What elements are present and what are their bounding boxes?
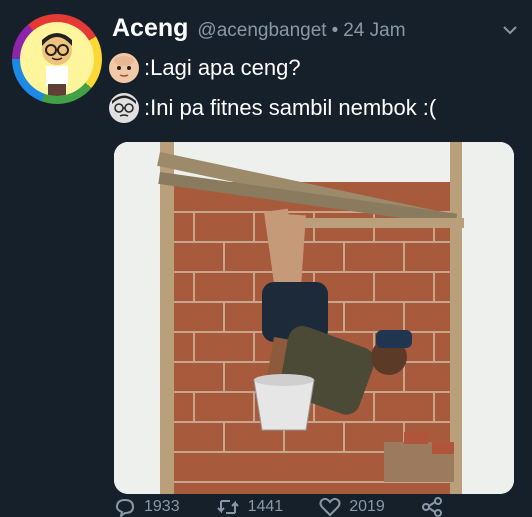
baby-face-icon <box>109 53 139 83</box>
reply-icon <box>115 498 135 517</box>
share-icon <box>421 497 442 517</box>
share-button[interactable] <box>421 497 451 517</box>
tweet-timestamp[interactable]: 24 Jam <box>343 20 405 42</box>
retweet-count: 1441 <box>247 498 284 515</box>
reply-button[interactable]: 1933 <box>114 497 180 517</box>
tweet-actions-bar: 1933 1441 2019 <box>114 497 492 517</box>
avatar-cartoon-icon <box>20 22 94 96</box>
separator-dot: • <box>331 20 339 41</box>
retweet-button[interactable]: 1441 <box>216 497 284 517</box>
tweet-header: Aceng @acengbanget • 24 Jam <box>112 14 492 43</box>
cartoon-glasses-face-icon <box>109 93 139 123</box>
user-handle[interactable]: @acengbanget <box>197 20 326 42</box>
like-button[interactable]: 2019 <box>319 497 385 517</box>
tweet-text-line: :Lagi apa ceng? <box>108 52 301 84</box>
display-name[interactable]: Aceng <box>112 14 188 43</box>
tweet-media-photo[interactable] <box>114 142 514 494</box>
like-count: 2019 <box>349 498 385 515</box>
reply-count: 1933 <box>144 498 180 515</box>
tweet-text-line: :Ini pa fitnes sambil nembok :( <box>108 92 436 124</box>
retweet-icon <box>216 500 239 514</box>
tweet-line-2: :Ini pa fitnes sambil nembok :( <box>144 95 437 120</box>
heart-icon <box>319 497 341 517</box>
photo-wall-exercise-image <box>114 142 514 494</box>
chevron-down-icon[interactable] <box>502 22 518 38</box>
tweet-line-1: :Lagi apa ceng? <box>144 55 301 80</box>
profile-avatar[interactable] <box>12 14 102 104</box>
